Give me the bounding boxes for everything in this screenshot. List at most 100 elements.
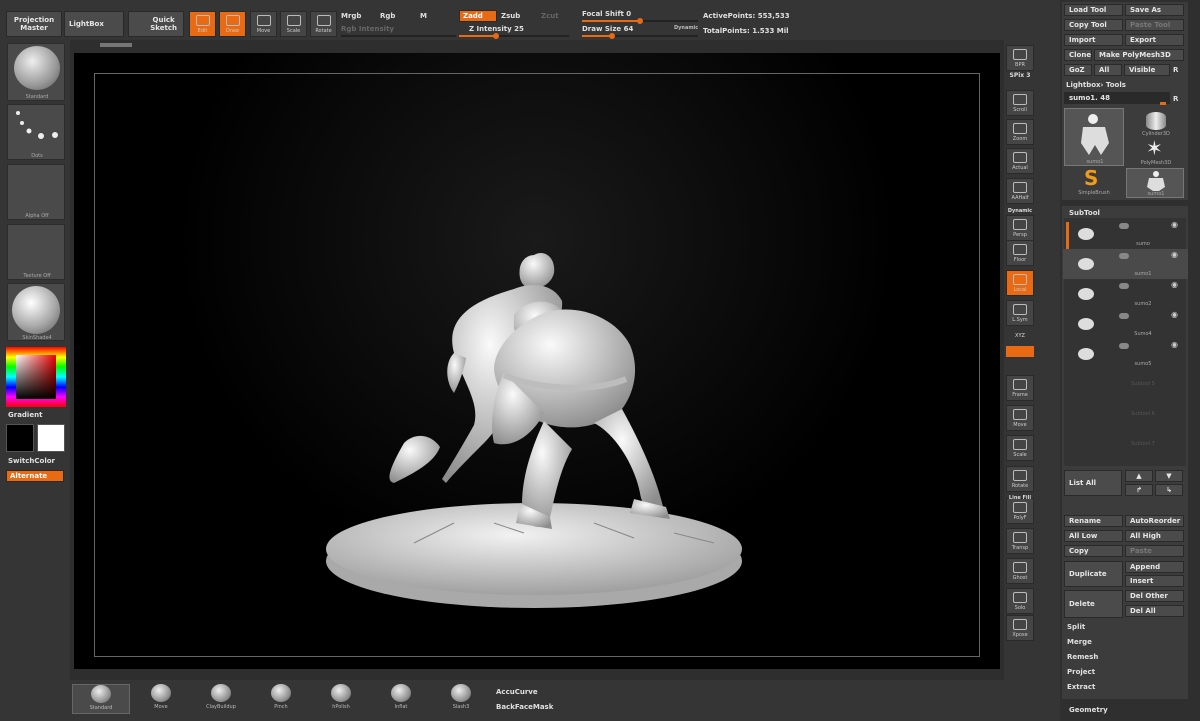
split-menu[interactable]: Split <box>1067 623 1085 631</box>
rotate-mode-button[interactable]: Rotate <box>310 11 337 37</box>
move-top-button[interactable]: ↱ <box>1125 484 1153 496</box>
zoom-view-button[interactable]: Zoom <box>1006 119 1034 145</box>
edit-mode-button[interactable]: Edit <box>189 11 216 37</box>
actual-view-button[interactable]: Actual <box>1006 148 1034 174</box>
del-all-button[interactable]: Del All <box>1125 605 1184 617</box>
focal-shift-label[interactable]: Focal Shift 0 <box>582 10 631 18</box>
move-bottom-button[interactable]: ↳ <box>1155 484 1183 496</box>
autoreorder-button[interactable]: AutoReorder <box>1125 515 1184 527</box>
tool-thumb-polymesh[interactable]: ✶ PolyMesh3D <box>1128 136 1184 168</box>
accucurve-toggle[interactable]: AccuCurve <box>496 688 538 696</box>
zsub-button[interactable]: Zsub <box>501 12 520 20</box>
l-sym-view-button[interactable]: L.Sym <box>1006 300 1034 326</box>
extract-menu[interactable]: Extract <box>1067 683 1095 691</box>
lightbox-button[interactable]: LightBox <box>64 11 124 37</box>
visibility-eye-icon[interactable]: ◉ <box>1171 220 1178 229</box>
frame-view-button[interactable]: Frame <box>1006 375 1034 401</box>
projection-master-button[interactable]: Projection Master <box>6 11 62 37</box>
focal-shift-slider[interactable] <box>582 18 698 24</box>
scroll-view-button[interactable]: Scroll <box>1006 90 1034 116</box>
visibility-eye-icon[interactable]: ◉ <box>1171 280 1178 289</box>
brush-slash3-button[interactable]: Slash3 <box>432 684 490 714</box>
line-fill-toggle[interactable]: Line Fill <box>1005 495 1035 501</box>
tool-thumb-simplebrush[interactable]: S SimpleBrush <box>1064 166 1124 198</box>
brush-hpolish-button[interactable]: hPolish <box>312 684 370 714</box>
goz-button[interactable]: GoZ <box>1064 64 1092 76</box>
color-square[interactable] <box>16 355 56 399</box>
subtool-item[interactable]: ◉ sumo2 <box>1063 279 1188 309</box>
rotate-axis-toggle[interactable] <box>1006 346 1034 357</box>
tool-thumb-cylinder[interactable]: Cylinder3D <box>1128 108 1184 138</box>
mrgb-toggle[interactable]: Mrgb <box>341 12 361 20</box>
polypaint-toggle[interactable] <box>1119 223 1129 229</box>
load-tool-button[interactable]: Load Tool <box>1064 4 1123 16</box>
current-tool-slider[interactable]: sumo1. 48 <box>1064 92 1170 104</box>
zcut-button[interactable]: Zcut <box>541 12 559 20</box>
subtool-item[interactable]: Subtool 5 <box>1063 369 1188 399</box>
all-low-button[interactable]: All Low <box>1064 530 1123 542</box>
paste-subtool-button[interactable]: Paste <box>1125 545 1184 557</box>
insert-button[interactable]: Insert <box>1125 575 1184 587</box>
scale-mode-button[interactable]: Scale <box>280 11 307 37</box>
quick-sketch-button[interactable]: Quick Sketch <box>128 11 184 37</box>
rotate-view-button[interactable]: Rotate <box>1006 466 1034 492</box>
tool-slider-knob[interactable] <box>1160 102 1166 105</box>
remesh-menu[interactable]: Remesh <box>1067 653 1098 661</box>
clone-button[interactable]: Clone <box>1064 49 1092 61</box>
brush-slot[interactable]: Standard <box>7 43 65 101</box>
polyf-view-button[interactable]: PolyF <box>1006 498 1034 524</box>
subtool-item[interactable]: Subtool 6 <box>1063 399 1188 429</box>
ghost-view-button[interactable]: Ghost <box>1006 558 1034 584</box>
sumo-wrestlers-model[interactable] <box>74 53 1000 669</box>
move-view-button[interactable]: Move <box>1006 405 1034 431</box>
main-color-swatch[interactable] <box>6 424 34 452</box>
alpha-slot[interactable]: Alpha Off <box>7 164 65 220</box>
project-menu[interactable]: Project <box>1067 668 1095 676</box>
subtool-item[interactable]: Subtool 7 <box>1063 429 1188 459</box>
move-mode-button[interactable]: Move <box>250 11 277 37</box>
rgb-intensity-track[interactable] <box>341 35 456 37</box>
copy-tool-button[interactable]: Copy Tool <box>1064 19 1123 31</box>
floor-view-button[interactable]: Floor <box>1006 240 1034 266</box>
polypaint-toggle[interactable] <box>1119 313 1129 319</box>
save-as-button[interactable]: Save As <box>1125 4 1184 16</box>
draw-size-label[interactable]: Draw Size 64 <box>582 25 633 33</box>
visibility-eye-icon[interactable]: ◉ <box>1171 340 1178 349</box>
local-view-button[interactable]: Local <box>1006 270 1034 296</box>
goz-r-button[interactable]: R <box>1173 66 1178 74</box>
make-polymesh-button[interactable]: Make PolyMesh3D <box>1094 49 1184 61</box>
z-intensity-slider[interactable] <box>459 33 569 39</box>
bpr-view-button[interactable]: BPR <box>1006 45 1034 71</box>
alternate-button[interactable]: Alternate <box>6 470 64 482</box>
brush-pinch-button[interactable]: Pinch <box>252 684 310 714</box>
rename-button[interactable]: Rename <box>1064 515 1123 527</box>
subtool-title[interactable]: SubTool <box>1069 209 1100 217</box>
texture-slot[interactable]: Texture Off <box>7 224 65 280</box>
export-button[interactable]: Export <box>1125 34 1184 46</box>
move-up-button[interactable]: ▲ <box>1125 470 1153 482</box>
tool-thumb-sumo1[interactable]: sumo1 <box>1064 108 1124 166</box>
polypaint-toggle[interactable] <box>1119 253 1129 259</box>
draw-size-slider[interactable] <box>582 33 698 39</box>
xyz-symmetry-toggle[interactable]: XYZ <box>1005 333 1035 339</box>
subtool-item[interactable]: ◉ sumo1 <box>1063 249 1188 279</box>
import-button[interactable]: Import <box>1064 34 1123 46</box>
gradient-toggle[interactable]: Gradient <box>8 411 42 419</box>
doc-scrollbar[interactable] <box>100 43 132 47</box>
stroke-slot[interactable]: Dots <box>7 104 65 160</box>
solo-view-button[interactable]: Solo <box>1006 588 1034 614</box>
visibility-eye-icon[interactable]: ◉ <box>1171 250 1178 259</box>
xpose-view-button[interactable]: Xpose <box>1006 615 1034 641</box>
persp-view-button[interactable]: Persp <box>1006 215 1034 241</box>
lightbox-tools-button[interactable]: Lightbox› Tools <box>1066 81 1126 89</box>
spix-control[interactable]: SPix 3 <box>1005 72 1035 79</box>
dynamic-toggle[interactable]: Dynamic <box>674 25 698 31</box>
draw-mode-button[interactable]: Draw <box>219 11 246 37</box>
viewport-canvas[interactable] <box>74 53 1000 669</box>
copy-subtool-button[interactable]: Copy <box>1064 545 1123 557</box>
brush-inflat-button[interactable]: Inflat <box>372 684 430 714</box>
visibility-eye-icon[interactable]: ◉ <box>1171 310 1178 319</box>
tool-thumb-sumo1-small[interactable]: sumo1 <box>1126 168 1184 198</box>
color-picker[interactable] <box>6 347 66 407</box>
subtool-item[interactable]: ◉ sumo <box>1063 219 1188 249</box>
